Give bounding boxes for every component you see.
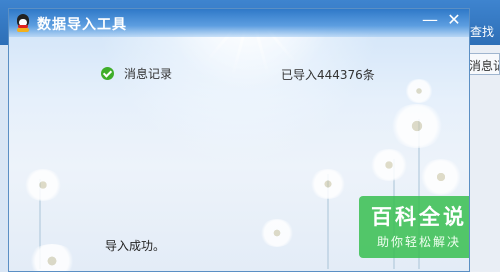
close-button[interactable]: ✕ — [443, 11, 465, 31]
background-side-tab[interactable]: 消息记录 — [466, 53, 500, 75]
import-result-text: 导入成功。 — [105, 239, 166, 253]
watermark-subtitle: 助你轻松解决 — [376, 235, 461, 249]
daisy-decoration — [309, 169, 347, 199]
qq-penguin-icon — [15, 14, 31, 32]
daisy-decoration — [419, 159, 463, 195]
background-app-right-panel: 消息记录 — [466, 45, 500, 272]
import-item-row: 消息记录 — [101, 65, 172, 82]
check-circle-icon — [101, 67, 114, 80]
watermark-title: 百科全说 — [371, 205, 467, 229]
import-item-status: 已导入444376条 — [281, 68, 375, 82]
daisy-decoration — [389, 104, 445, 148]
daisy-decoration — [23, 169, 63, 201]
baike-watermark: 百科全说 助你轻松解决 — [359, 196, 469, 258]
minimize-button[interactable]: — — [419, 11, 441, 31]
daisy-decoration — [369, 149, 409, 181]
daisy-decoration — [27, 244, 77, 271]
import-tool-dialog: 数据导入工具 — ✕ 消息记录 已导入444376条 导入成功。 百科全说 助你… — [8, 8, 470, 272]
daisy-decoration — [404, 79, 434, 103]
daisy-decoration — [259, 219, 295, 247]
import-item-label: 消息记录 — [124, 67, 173, 81]
background-search-button[interactable]: 查找 — [470, 23, 500, 40]
dialog-titlebar[interactable]: 数据导入工具 — ✕ — [9, 9, 469, 37]
dialog-title: 数据导入工具 — [37, 17, 127, 33]
